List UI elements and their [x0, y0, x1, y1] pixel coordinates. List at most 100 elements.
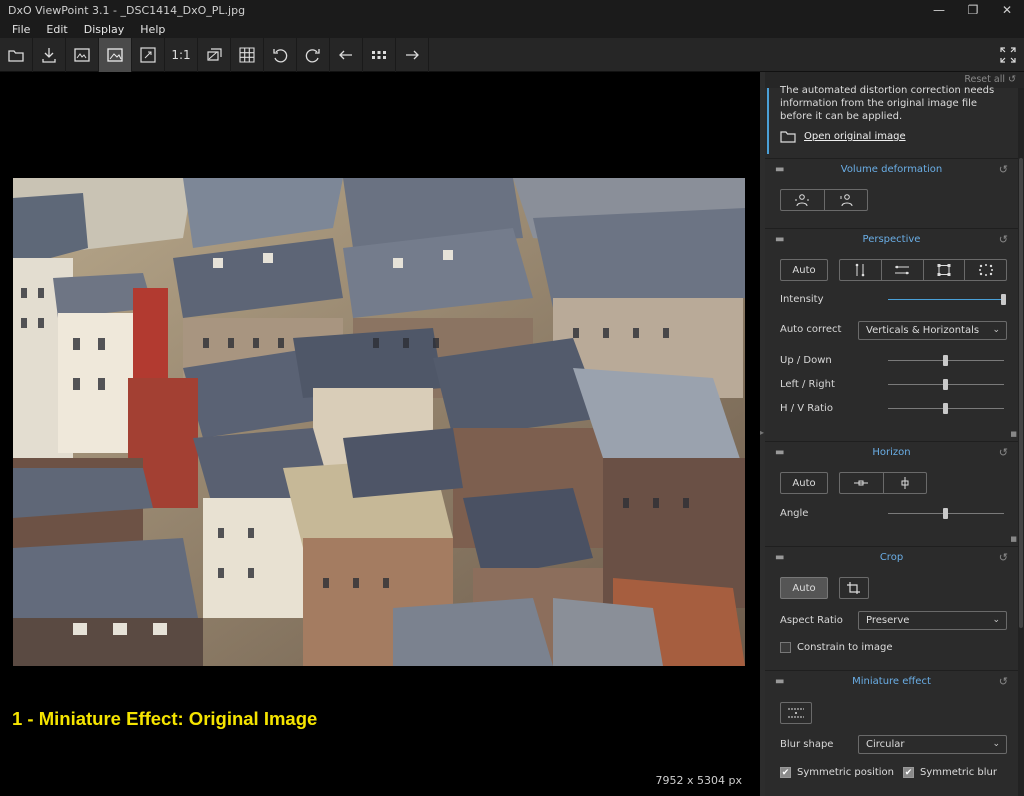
hv-ratio-slider[interactable]: [888, 403, 1004, 414]
toggle-icon[interactable]: ▬: [775, 234, 784, 245]
corrections-panel: Reset all ↺ The automated distortion cor…: [765, 72, 1024, 796]
rectangle-icon: [937, 264, 951, 276]
horizon-horizontal-button[interactable]: [840, 473, 884, 493]
dropdown-value: Verticals & Horizontals: [866, 325, 980, 336]
checkbox-label: Symmetric blur: [920, 767, 997, 778]
slider-knob[interactable]: [943, 379, 948, 390]
volume-cylindrical-button[interactable]: [781, 190, 825, 210]
undo-icon[interactable]: ↺: [999, 446, 1008, 459]
checkbox-box[interactable]: [780, 642, 791, 653]
toggle-icon[interactable]: ▬: [775, 552, 784, 563]
undo-icon[interactable]: ↺: [999, 675, 1008, 688]
horizon-auto-button[interactable]: Auto: [780, 472, 828, 494]
folder-icon: [780, 131, 796, 143]
restore-button[interactable]: ❐: [956, 0, 990, 20]
menu-file[interactable]: File: [4, 23, 38, 36]
filmstrip-button[interactable]: [363, 37, 396, 72]
auto-correct-dropdown[interactable]: Verticals & Horizontals ⌄: [858, 321, 1007, 340]
crop-manual-button[interactable]: [839, 577, 869, 599]
crop-auto-button[interactable]: Auto: [780, 577, 828, 599]
compare-button[interactable]: [66, 37, 99, 72]
perspective-auto-button[interactable]: Auto: [780, 259, 828, 281]
open-folder-button[interactable]: [0, 37, 33, 72]
checkbox-box[interactable]: ✔: [903, 767, 914, 778]
menu-bar: File Edit Display Help: [0, 20, 1024, 38]
info-message: The automated distortion correction need…: [780, 85, 995, 122]
symmetric-blur-checkbox[interactable]: ✔ Symmetric blur: [903, 767, 997, 778]
section-title: Volume deformation: [840, 164, 943, 175]
slider-knob[interactable]: [943, 508, 948, 519]
checkbox-label: Constrain to image: [797, 642, 893, 653]
rotate-left-button[interactable]: [264, 37, 297, 72]
open-original-link[interactable]: Open original image: [780, 130, 906, 143]
previous-image-button[interactable]: [330, 37, 363, 72]
single-view-button[interactable]: [99, 37, 132, 72]
fullscreen-button[interactable]: [991, 38, 1024, 72]
volume-deformation-header[interactable]: ▬ Volume deformation ↺: [765, 158, 1018, 180]
perspective-rectangle-button[interactable]: [924, 260, 966, 280]
rotate-right-button[interactable]: [297, 37, 330, 72]
export-button[interactable]: [33, 37, 66, 72]
hv-ratio-label: H / V Ratio: [780, 403, 833, 414]
overlay-icon: [207, 47, 222, 61]
intensity-slider[interactable]: [888, 294, 1006, 305]
fit-screen-button[interactable]: [132, 37, 165, 72]
toggle-icon[interactable]: ▬: [775, 447, 784, 458]
slider-track: [888, 299, 1004, 300]
person-volume-icon: [795, 194, 810, 207]
miniature-mask-button[interactable]: [780, 702, 812, 724]
menu-display[interactable]: Display: [76, 23, 133, 36]
image-viewer[interactable]: 1 - Miniature Effect: Original Image 795…: [0, 72, 760, 796]
aspect-ratio-dropdown[interactable]: Preserve ⌄: [858, 611, 1007, 630]
collapse-icon[interactable]: ■: [1010, 430, 1017, 438]
perspective-vertical-button[interactable]: [840, 260, 882, 280]
blur-shape-dropdown[interactable]: Circular ⌄: [858, 735, 1007, 754]
collapse-icon[interactable]: ■: [1010, 535, 1017, 543]
slider-knob[interactable]: [1001, 294, 1006, 305]
photo-rooftops[interactable]: [13, 178, 745, 666]
next-image-button[interactable]: [396, 37, 429, 72]
checkbox-box[interactable]: ✔: [780, 767, 791, 778]
panel-scrollbar[interactable]: [1018, 88, 1024, 796]
rotate-right-icon: [305, 48, 320, 62]
compare-icon: [74, 47, 90, 62]
checkbox-label: Symmetric position: [797, 767, 894, 778]
image-icon: [107, 47, 123, 62]
focus-band-icon: [788, 708, 804, 718]
left-right-slider[interactable]: [888, 379, 1004, 390]
grid-button[interactable]: [231, 37, 264, 72]
horizon-vertical-button[interactable]: [884, 473, 927, 493]
up-down-label: Up / Down: [780, 355, 832, 366]
slider-knob[interactable]: [943, 403, 948, 414]
slider-knob[interactable]: [943, 355, 948, 366]
up-down-slider[interactable]: [888, 355, 1004, 366]
fullscreen-icon: [999, 46, 1016, 63]
preview-toggle-button[interactable]: [198, 37, 231, 72]
toggle-icon[interactable]: ▬: [775, 164, 784, 175]
zoom-100-button[interactable]: 1:1: [165, 37, 198, 72]
perspective-horizontal-button[interactable]: [882, 260, 924, 280]
undo-icon[interactable]: ↺: [999, 551, 1008, 564]
toggle-icon[interactable]: ▬: [775, 676, 784, 687]
perspective-8point-button[interactable]: [965, 260, 1006, 280]
menu-help[interactable]: Help: [132, 23, 173, 36]
menu-edit[interactable]: Edit: [38, 23, 75, 36]
close-button[interactable]: ✕: [990, 0, 1024, 20]
dropdown-value: Preserve: [866, 615, 910, 626]
miniature-effect-header[interactable]: ▬ Miniature effect ↺: [765, 670, 1018, 692]
scrollbar-thumb[interactable]: [1019, 158, 1023, 628]
perspective-header[interactable]: ▬ Perspective ↺: [765, 228, 1018, 250]
symmetric-position-checkbox[interactable]: ✔ Symmetric position: [780, 767, 894, 778]
constrain-checkbox[interactable]: Constrain to image: [780, 642, 892, 653]
crop-header[interactable]: ▬ Crop ↺: [765, 546, 1018, 568]
undo-icon[interactable]: ↺: [999, 163, 1008, 176]
volume-spherical-button[interactable]: [825, 190, 868, 210]
minimize-button[interactable]: —: [922, 0, 956, 20]
image-caption: 1 - Miniature Effect: Original Image: [12, 708, 318, 729]
horizon-header[interactable]: ▬ Horizon ↺: [765, 441, 1018, 463]
section-title: Crop: [879, 552, 904, 563]
angle-slider[interactable]: [888, 508, 1004, 519]
undo-icon[interactable]: ↺: [999, 233, 1008, 246]
chevron-down-icon: ⌄: [992, 615, 1000, 625]
toolbar: 1:1: [0, 37, 1024, 72]
